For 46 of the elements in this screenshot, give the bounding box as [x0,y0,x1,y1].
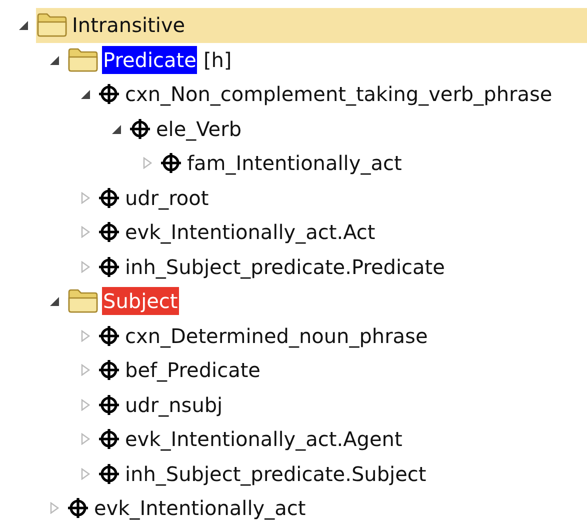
item-label: cxn_Non_complement_taking_verb_phrase [124,81,554,108]
crosshair-icon [98,221,120,244]
item-label: inh_Subject_predicate.Predicate [124,254,446,281]
crosshair-icon [98,359,120,382]
item-label: udr_nsubj [124,392,224,419]
tree-item[interactable]: udr_nsubj [98,388,587,422]
crosshair-icon [67,497,89,520]
crosshair-icon [98,186,120,209]
folder-icon [36,12,68,38]
crosshair-icon [129,118,151,140]
item-label: Subject [102,287,179,316]
item-label: cxn_Determined_noun_phrase [124,322,429,350]
tree-item[interactable]: inh_Subject_predicate.Subject [98,456,587,491]
tree-item[interactable]: Predicate [h] [67,42,587,77]
tree-item[interactable]: udr_root [98,180,587,215]
crosshair-icon [98,394,120,416]
tree-item[interactable]: evk_Intentionally_act.Act [98,215,587,250]
tree-item[interactable]: fam_Intentionally_act [160,146,587,180]
item-label: bef_Predicate [124,357,262,384]
item-label: Intransitive [71,12,186,40]
item-label: evk_Intentionally_act [93,495,307,521]
tree-item[interactable]: cxn_Non_complement_taking_verb_phrase [98,77,587,112]
item-label: ele_Verb [155,116,243,143]
head-marker: [h] [203,48,232,72]
crosshair-icon [160,152,182,174]
tree-item[interactable]: ele_Verb [129,112,587,146]
crosshair-icon [98,462,120,485]
item-label: fam_Intentionally_act [186,150,403,178]
item-label: inh_Subject_predicate.Subject [124,460,428,488]
item-label: udr_root [124,184,210,212]
tree-item[interactable]: inh_Subject_predicate.Predicate [98,250,587,284]
tree-item[interactable]: evk_Intentionally_act.Agent [98,422,587,456]
folder-icon [67,46,99,73]
tree-item[interactable]: cxn_Determined_noun_phrase [98,318,587,353]
item-label: Predicate [102,46,198,74]
item-label: evk_Intentionally_act.Agent [124,426,404,454]
tree-item[interactable]: evk_Intentionally_act [67,491,587,521]
tree-item[interactable]: bef_Predicate [98,353,587,388]
tree-item[interactable]: Subject [67,284,587,318]
selected-tree-item[interactable]: Intransitive [36,8,587,42]
crosshair-icon [98,324,120,347]
crosshair-icon [98,428,120,450]
item-label: evk_Intentionally_act.Act [124,219,376,246]
crosshair-icon [98,83,120,106]
crosshair-icon [98,256,120,278]
folder-icon [67,288,99,314]
